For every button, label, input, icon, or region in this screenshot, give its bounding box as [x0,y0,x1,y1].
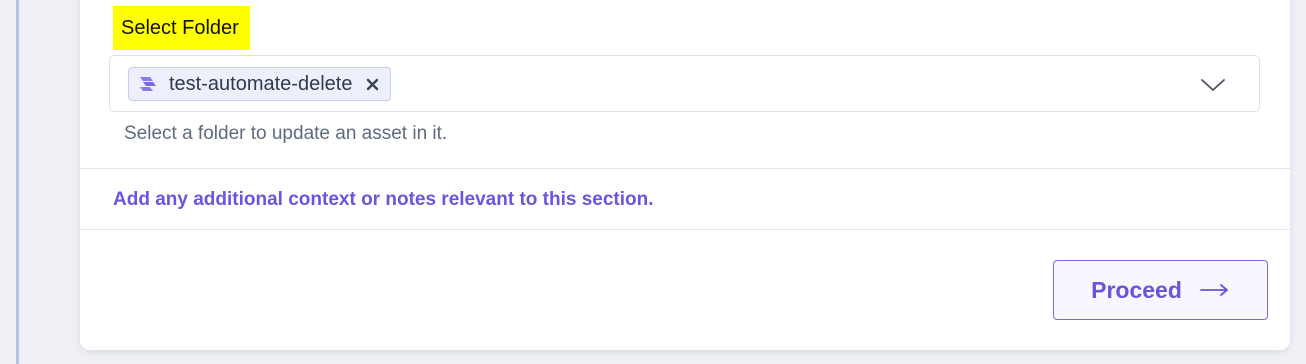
selected-folder-chip: test-automate-delete [128,67,392,101]
field-label: Select Folder [121,16,239,39]
folder-stack-icon [137,74,159,94]
field-label-highlight: Select Folder [113,6,250,50]
proceed-label: Proceed [1091,276,1182,303]
arrow-right-icon [1199,283,1230,297]
folder-select[interactable]: test-automate-delete [109,55,1260,112]
chip-label: test-automate-delete [169,72,353,95]
helper-text: Select a folder to update an asset in it… [124,123,448,144]
add-notes-link[interactable]: Add any additional context or notes rele… [113,189,654,211]
page: Select Folder test-automate-delete Selec… [0,0,1306,364]
chevron-down-icon[interactable] [1199,76,1227,94]
left-rail [16,0,19,364]
divider [80,229,1290,230]
proceed-button[interactable]: Proceed [1053,260,1268,320]
remove-chip-icon[interactable] [364,76,380,92]
divider [80,168,1290,169]
